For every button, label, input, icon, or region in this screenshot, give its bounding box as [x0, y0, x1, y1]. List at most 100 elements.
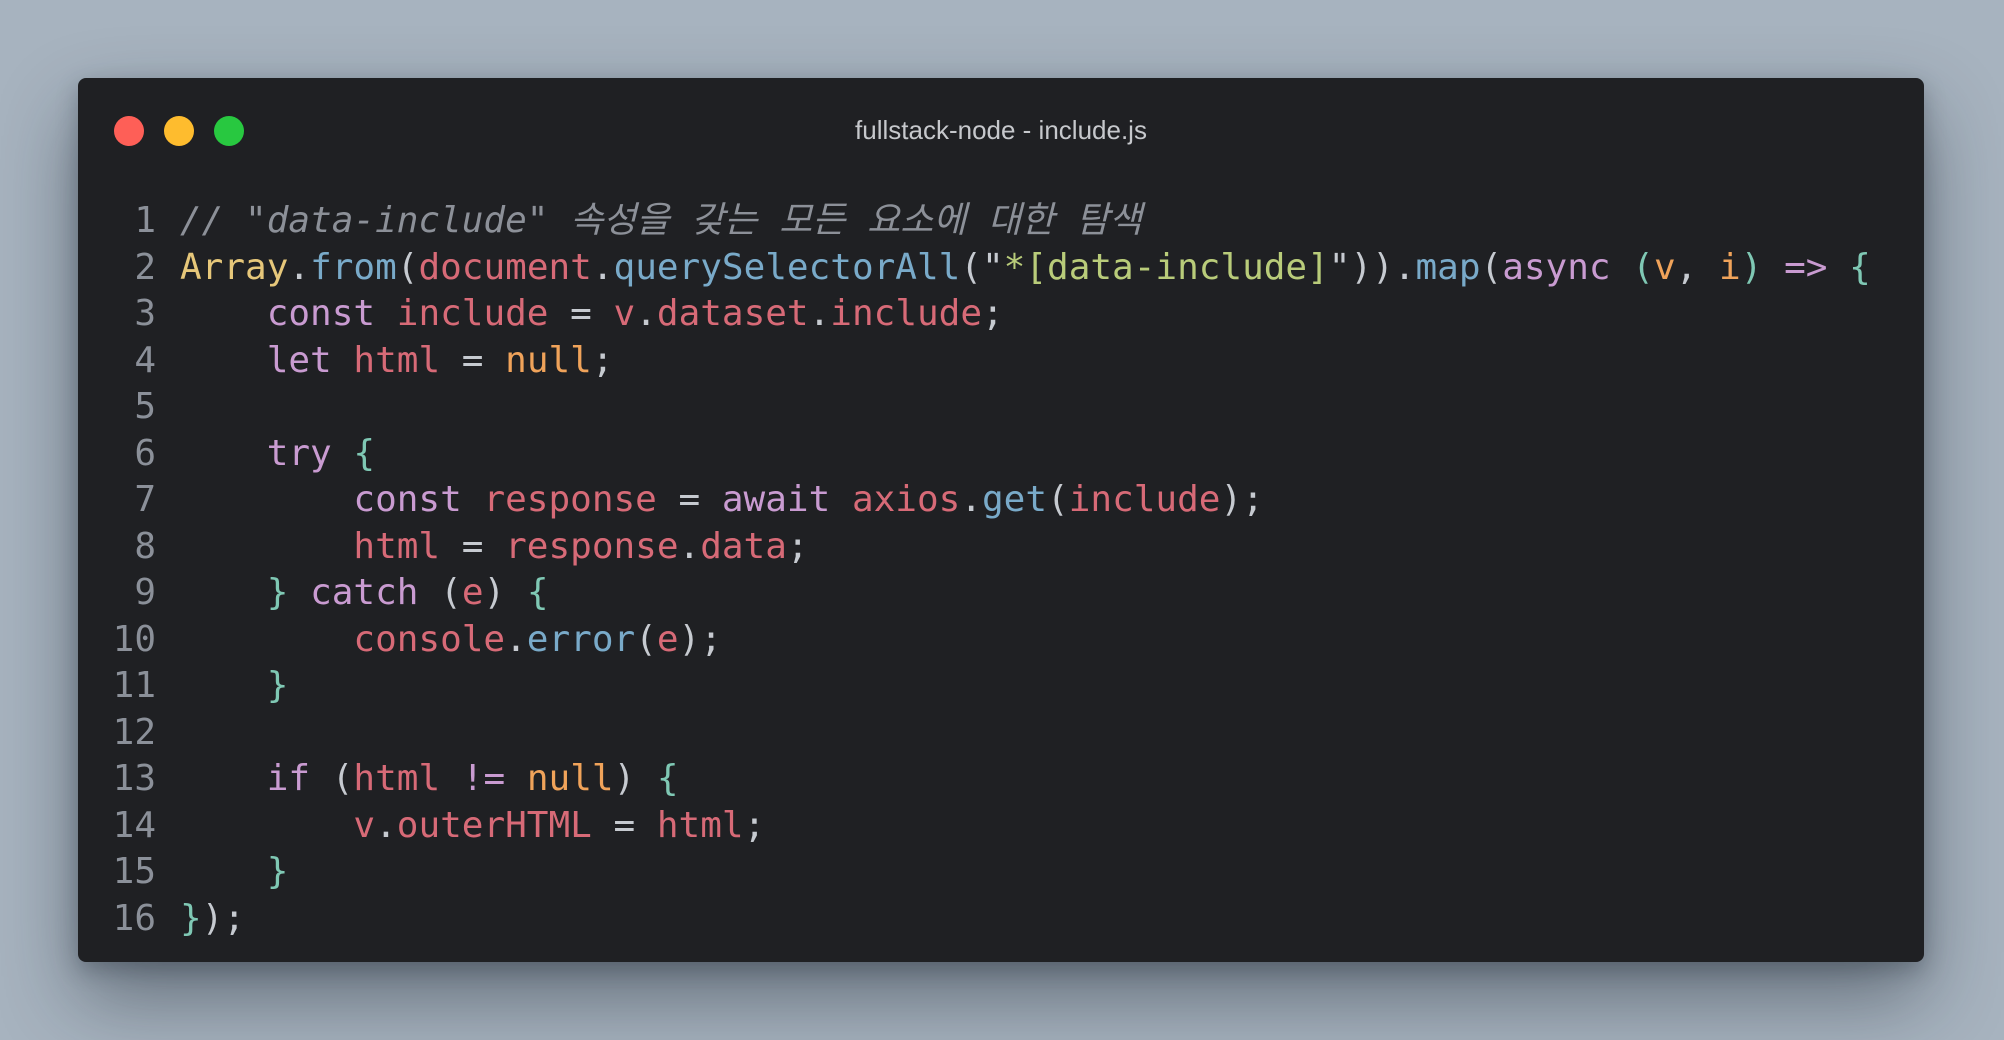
code-token: }: [266, 851, 289, 892]
code-token: (: [1047, 479, 1069, 520]
code-text: }: [180, 665, 289, 706]
code-line: 7 const response = await axios.get(inclu…: [96, 477, 1871, 524]
code-token: ): [1740, 246, 1763, 288]
code-token: =: [591, 804, 657, 846]
line-number: 3: [134, 293, 156, 334]
line-number: 8: [134, 525, 156, 567]
code-token: i: [1719, 246, 1741, 288]
code-token: null: [526, 758, 614, 799]
code-token: =: [656, 479, 722, 520]
code-editor[interactable]: 1 // "data-include" 속성을 갖는 모든 요소에 대한 탐색 2 A…: [96, 198, 1871, 942]
code-token: from: [310, 246, 397, 288]
line-number: 6: [134, 432, 156, 474]
code-token: html: [656, 804, 744, 846]
code-token: html: [353, 525, 441, 567]
line-number: 16: [112, 897, 156, 939]
code-token: }: [180, 897, 202, 939]
code-token: ;: [982, 293, 1004, 334]
code-token: );: [1220, 479, 1264, 520]
code-token: error: [526, 618, 636, 660]
code-token: let: [266, 339, 332, 381]
line-number: 2: [134, 246, 156, 288]
code-token: *[data-include]: [1003, 246, 1329, 288]
code-token: document: [418, 246, 592, 288]
code-window: fullstack-node - include.js 1 // "data-in…: [78, 78, 1924, 962]
code-text: });: [180, 898, 245, 939]
code-token: (: [1480, 246, 1503, 288]
line-number: 12: [112, 711, 156, 753]
code-token: querySelectorAll: [613, 246, 961, 288]
code-token: (: [1632, 246, 1654, 288]
code-text: let html = null;: [180, 340, 614, 381]
code-token: html: [353, 339, 441, 381]
code-line: 1 // "data-include" 속성을 갖는 모든 요소에 대한 탐색: [96, 198, 1871, 245]
code-token: html: [353, 758, 441, 799]
line-number: 10: [112, 618, 156, 660]
code-token: }: [266, 572, 289, 613]
code-token: // "data-include" 속성을 갖는 모든 요소에 대한 탐색: [180, 200, 1143, 241]
line-number: 1: [134, 200, 156, 241]
line-number: 15: [112, 851, 156, 892]
code-token: =>: [1784, 246, 1828, 288]
code-line: 16});: [96, 896, 1871, 943]
code-token: include: [1068, 479, 1221, 520]
code-token: ): [483, 572, 527, 613]
code-token: data: [700, 525, 787, 567]
code-token: (: [635, 618, 657, 660]
code-token: response: [505, 525, 679, 567]
code-token: .: [678, 525, 701, 567]
code-text: v.outerHTML = html;: [180, 805, 765, 846]
code-token: =: [548, 293, 614, 334]
code-token: e: [461, 572, 484, 613]
code-token: v: [353, 804, 376, 846]
code-token: ;: [786, 525, 809, 567]
code-token: await: [721, 479, 831, 520]
line-number: 5: [134, 386, 156, 427]
code-token: =: [440, 525, 506, 567]
code-token: ,: [1675, 246, 1719, 288]
code-token: console: [353, 618, 506, 660]
code-token: include: [830, 293, 983, 334]
code-token: v: [613, 293, 636, 334]
code-line: 10 console.error(e);: [96, 617, 1871, 664]
code-token: .: [505, 618, 527, 660]
code-token: (": [960, 246, 1004, 288]
code-token: response: [483, 479, 657, 520]
code-text: html = response.data;: [180, 525, 809, 567]
code-token: const: [266, 293, 376, 334]
code-token: null: [505, 339, 592, 381]
code-token: Array: [180, 246, 289, 288]
code-token: const: [353, 479, 462, 520]
code-line: 14 v.outerHTML = html;: [96, 803, 1871, 850]
code-token: .: [591, 246, 614, 288]
code-token: );: [201, 897, 246, 939]
code-token: if: [266, 758, 311, 799]
code-token: catch: [310, 572, 419, 613]
code-line: 13 if (html != null) {: [96, 756, 1871, 803]
code-token: ;: [591, 339, 614, 381]
code-text: }: [180, 851, 289, 892]
code-token: =: [440, 339, 506, 381]
code-token: .: [808, 293, 831, 334]
code-token: (: [310, 758, 354, 799]
code-token: (: [396, 246, 419, 288]
code-token: {: [1849, 246, 1871, 288]
code-line: 12: [96, 710, 1871, 757]
title-bar: fullstack-node - include.js: [78, 78, 1924, 188]
code-token: {: [656, 758, 679, 799]
code-token: (: [418, 572, 462, 613]
